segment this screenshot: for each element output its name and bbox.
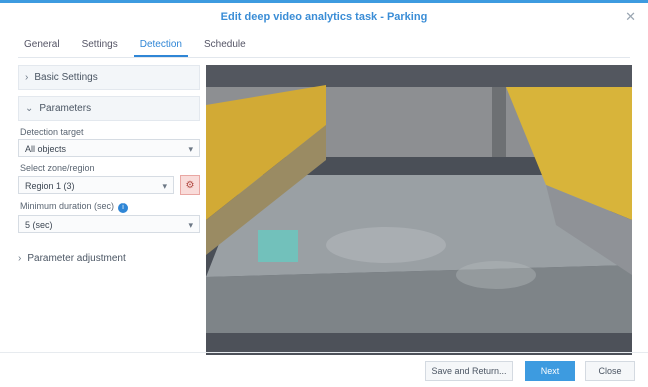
detection-target-select[interactable]: All objects ▾: [18, 139, 200, 157]
chevron-down-icon: ▾: [188, 220, 193, 230]
zone-value: Region 1 (3): [25, 181, 75, 191]
tab-detection[interactable]: Detection: [133, 35, 188, 57]
tab-settings[interactable]: Settings: [76, 35, 124, 57]
zone-select[interactable]: Region 1 (3) ▾: [18, 176, 174, 194]
section-parameters[interactable]: ⌄ Parameters: [18, 96, 200, 121]
chevron-down-icon: ▾: [188, 144, 193, 154]
save-return-button[interactable]: Save and Return...: [425, 361, 513, 381]
next-button[interactable]: Next: [525, 361, 575, 381]
close-button[interactable]: Close: [585, 361, 635, 381]
section-basic-settings[interactable]: › Basic Settings: [18, 65, 200, 90]
dialog-footer: Save and Return... Next Close: [0, 352, 648, 387]
section-label: Basic Settings: [34, 72, 98, 83]
dialog-title: Edit deep video analytics task - Parking: [220, 11, 428, 23]
duration-select[interactable]: 5 (sec) ▾: [18, 215, 200, 233]
detection-target-label: Detection target: [20, 127, 84, 137]
tab-bar: General Settings Detection Schedule: [18, 35, 630, 58]
gear-icon: ⚙: [185, 179, 195, 191]
tab-general[interactable]: General: [18, 35, 66, 57]
section-advanced[interactable]: › Parameter adjustment: [18, 247, 200, 270]
duration-value: 5 (sec): [25, 220, 53, 230]
video-preview[interactable]: [206, 65, 632, 355]
edit-task-dialog: Edit deep video analytics task - Parking…: [0, 0, 648, 387]
chevron-right-icon: ›: [25, 72, 29, 83]
chevron-right-icon: ›: [18, 253, 22, 264]
info-icon[interactable]: i: [118, 203, 129, 213]
close-icon[interactable]: ✕: [625, 9, 636, 25]
section-label: Parameter adjustment: [27, 253, 126, 264]
chevron-down-icon: ▾: [162, 181, 167, 191]
tab-schedule[interactable]: Schedule: [198, 35, 252, 57]
detection-target-value: All objects: [25, 144, 67, 154]
chevron-down-icon: ⌄: [25, 103, 34, 114]
zone-label: Select zone/region: [20, 163, 95, 173]
parking-scene: [206, 85, 632, 333]
edit-zone-button[interactable]: ⚙: [180, 175, 200, 195]
section-label: Parameters: [39, 103, 92, 114]
settings-panel: › Basic Settings ⌄ Parameters Detection ta…: [18, 65, 200, 349]
duration-label: Minimum duration (sec) i: [20, 201, 198, 213]
